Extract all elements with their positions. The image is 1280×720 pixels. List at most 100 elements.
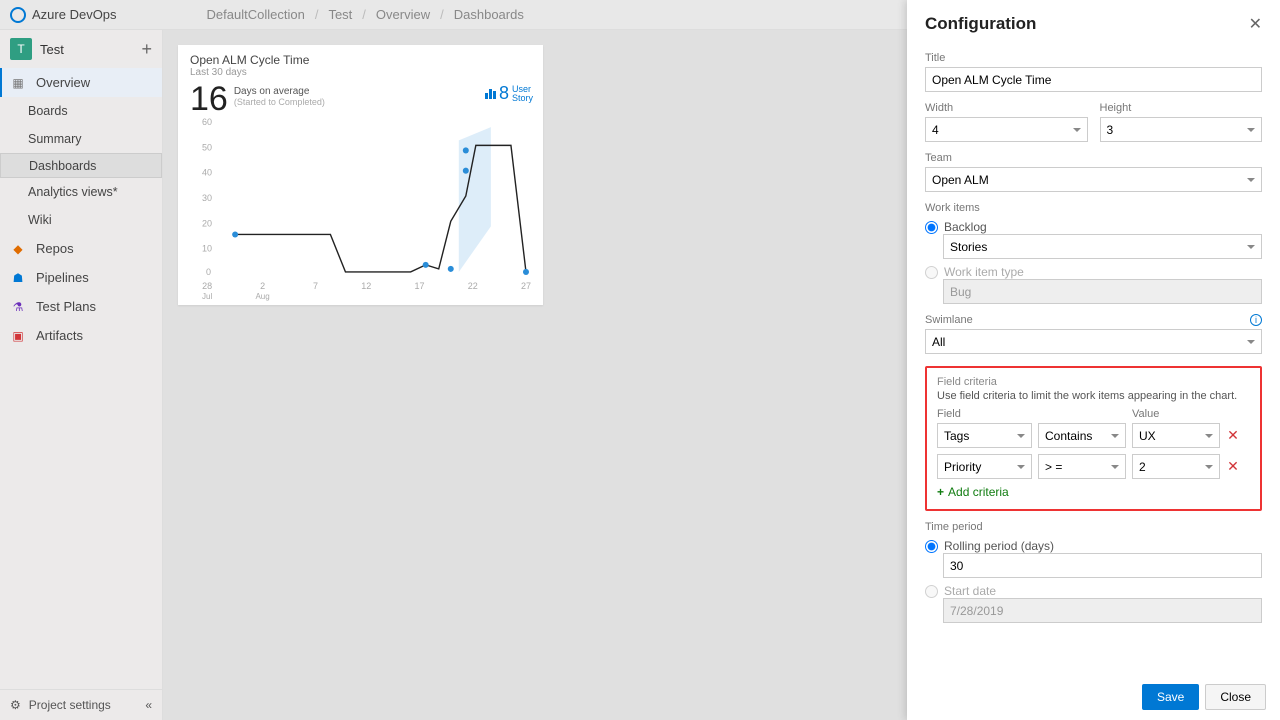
stat-line1: Days on average xyxy=(234,86,325,97)
svg-text:20: 20 xyxy=(202,218,212,228)
sidebar-item-pipelines[interactable]: ☗ Pipelines xyxy=(0,263,162,292)
criteria-value-select[interactable] xyxy=(1132,454,1220,479)
backlog-select[interactable] xyxy=(943,234,1262,259)
height-select[interactable] xyxy=(1100,117,1263,142)
time-period-label: Time period xyxy=(925,521,1262,533)
sidebar-item-label: Repos xyxy=(36,241,74,256)
criteria-value-select[interactable] xyxy=(1132,423,1220,448)
col-field-label: Field xyxy=(937,408,1032,420)
sidebar-item-label: Boards xyxy=(28,104,68,118)
save-button[interactable]: Save xyxy=(1142,684,1199,710)
wit-radio-label: Work item type xyxy=(944,265,1024,279)
sidebar-item-label: Summary xyxy=(28,132,81,146)
swimlane-label: Swimlanei xyxy=(925,314,1262,326)
collapse-icon[interactable]: « xyxy=(145,698,152,712)
sidebar-item-analytics[interactable]: Analytics views* xyxy=(0,178,162,206)
title-input[interactable] xyxy=(925,67,1262,92)
sidebar-item-summary[interactable]: Summary xyxy=(0,125,162,153)
work-item-badge: 8 UserStory xyxy=(485,83,533,104)
close-icon[interactable]: ✕ xyxy=(1249,14,1262,34)
width-select[interactable] xyxy=(925,117,1088,142)
cycle-time-chart: 60 50 40 30 20 10 0 xyxy=(190,115,531,277)
project-picker[interactable]: T Test + xyxy=(0,30,162,68)
criteria-field-select[interactable] xyxy=(937,454,1032,479)
col-value-label: Value xyxy=(1132,408,1250,420)
sidebar-item-artifacts[interactable]: ▣ Artifacts xyxy=(0,321,162,350)
repos-icon: ◆ xyxy=(10,242,26,256)
sidebar-item-dashboards[interactable]: Dashboards xyxy=(0,153,162,178)
criteria-description: Use field criteria to limit the work ite… xyxy=(937,390,1250,402)
width-label: Width xyxy=(925,102,1088,114)
project-settings-link[interactable]: ⚙ Project settings « xyxy=(0,689,162,720)
startdate-radio-label: Start date xyxy=(944,584,996,598)
criteria-row: ✕ xyxy=(937,423,1250,448)
overview-icon: ▦ xyxy=(10,76,26,90)
info-icon[interactable]: i xyxy=(1250,314,1262,326)
project-logo-icon: T xyxy=(10,38,32,60)
breadcrumb-item[interactable]: Test xyxy=(328,7,352,22)
settings-label: Project settings xyxy=(29,698,111,712)
remove-criteria-icon[interactable]: ✕ xyxy=(1226,458,1240,475)
criteria-op-select[interactable] xyxy=(1038,454,1126,479)
gear-icon: ⚙ xyxy=(10,698,21,712)
widget-title: Open ALM Cycle Time xyxy=(190,53,531,67)
swimlane-select[interactable] xyxy=(925,329,1262,354)
svg-text:40: 40 xyxy=(202,168,212,178)
startdate-radio[interactable] xyxy=(925,585,938,598)
height-label: Height xyxy=(1100,102,1263,114)
test-plans-icon: ⚗ xyxy=(10,300,26,314)
team-label: Team xyxy=(925,152,1262,164)
panel-title: Configuration xyxy=(925,14,1036,34)
cycle-time-widget[interactable]: Open ALM Cycle Time Last 30 days 16 Days… xyxy=(178,45,543,305)
backlog-radio[interactable] xyxy=(925,221,938,234)
big-number: 16 xyxy=(190,82,228,116)
new-item-icon[interactable]: + xyxy=(141,42,152,56)
backlog-radio-label: Backlog xyxy=(944,220,987,234)
sidebar-item-overview[interactable]: ▦Overview xyxy=(0,68,162,97)
sidebar-item-testplans[interactable]: ⚗ Test Plans xyxy=(0,292,162,321)
breadcrumb-item[interactable]: DefaultCollection xyxy=(207,7,305,22)
azure-devops-logo-icon xyxy=(10,7,26,23)
widget-subtitle: Last 30 days xyxy=(190,67,531,78)
team-select[interactable] xyxy=(925,167,1262,192)
close-button[interactable]: Close xyxy=(1205,684,1266,710)
wit-radio[interactable] xyxy=(925,266,938,279)
sidebar-item-label: Wiki xyxy=(28,213,52,227)
plus-icon: + xyxy=(937,485,944,499)
sidebar-item-repos[interactable]: ◆ Repos xyxy=(0,234,162,263)
wit-select xyxy=(943,279,1262,304)
sidebar-item-label: Analytics views* xyxy=(28,185,118,199)
svg-text:30: 30 xyxy=(202,193,212,203)
svg-text:50: 50 xyxy=(202,142,212,152)
breadcrumb-item[interactable]: Dashboards xyxy=(454,7,524,22)
pipelines-icon: ☗ xyxy=(10,271,26,285)
startdate-input xyxy=(943,598,1262,623)
rolling-radio-label: Rolling period (days) xyxy=(944,539,1054,553)
project-name: Test xyxy=(40,42,133,57)
badge-number: 8 xyxy=(499,83,509,104)
title-label: Title xyxy=(925,52,1262,64)
sidebar: T Test + ▦Overview Boards Summary Dashbo… xyxy=(0,30,163,720)
criteria-op-select[interactable] xyxy=(1038,423,1126,448)
breadcrumb-item[interactable]: Overview xyxy=(376,7,430,22)
rolling-days-input[interactable] xyxy=(943,553,1262,578)
field-criteria-section: Field criteria Use field criteria to lim… xyxy=(925,366,1262,511)
svg-text:0: 0 xyxy=(206,267,211,277)
stat-line2: (Started to Completed) xyxy=(234,97,325,107)
add-criteria-button[interactable]: +Add criteria xyxy=(937,485,1250,499)
artifacts-icon: ▣ xyxy=(10,329,26,343)
sidebar-item-label: Pipelines xyxy=(36,270,89,285)
svg-text:10: 10 xyxy=(202,244,212,254)
sidebar-item-label: Test Plans xyxy=(36,299,96,314)
configuration-panel: Configuration ✕ Title Width Height Team … xyxy=(907,0,1280,720)
brand-label: Azure DevOps xyxy=(32,7,117,22)
sidebar-item-boards[interactable]: Boards xyxy=(0,97,162,125)
sidebar-item-label: Artifacts xyxy=(36,328,83,343)
criteria-heading: Field criteria xyxy=(937,376,1250,388)
sidebar-item-wiki[interactable]: Wiki xyxy=(0,206,162,234)
rolling-radio[interactable] xyxy=(925,540,938,553)
bars-icon xyxy=(485,89,496,99)
remove-criteria-icon[interactable]: ✕ xyxy=(1226,427,1240,444)
workitems-label: Work items xyxy=(925,202,1262,214)
criteria-field-select[interactable] xyxy=(937,423,1032,448)
